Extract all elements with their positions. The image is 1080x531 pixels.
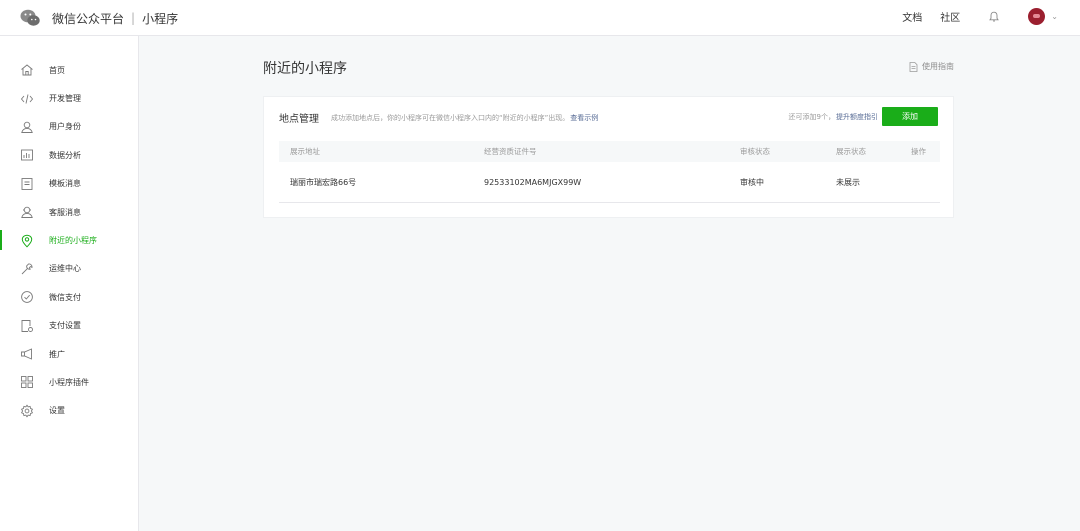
user-icon xyxy=(20,120,34,134)
sidebar-item-label: 模板消息 xyxy=(49,179,81,189)
quota-text: 还可添加9个， xyxy=(788,112,835,121)
sidebar-item-home[interactable]: 首页 xyxy=(0,56,138,84)
chart-icon xyxy=(20,148,34,162)
top-right-nav: 文档 社区 ⌄ xyxy=(884,8,1058,25)
platform-title: 微信公众平台 xyxy=(52,11,125,26)
sidebar-item-label: 设置 xyxy=(49,406,65,416)
top-bar: 微信公众平台 | 小程序 文档 社区 ⌄ xyxy=(0,0,1080,36)
sidebar-item-label: 小程序插件 xyxy=(49,377,89,387)
sidebar-item-label: 用户身份 xyxy=(49,122,81,132)
plugin-icon xyxy=(20,375,34,389)
cell-review-status: 审核中 xyxy=(740,177,764,187)
sidebar-item-customer-service[interactable]: 客服消息 xyxy=(0,198,138,226)
column-header-display-status: 展示状态 xyxy=(836,147,866,156)
community-link[interactable]: 社区 xyxy=(940,9,960,24)
document-icon xyxy=(909,61,918,72)
table-row: 瑞丽市瑞宏路66号 92533102MA6MJGX99W 审核中 未展示 xyxy=(279,162,940,203)
sidebar-item-label: 客服消息 xyxy=(49,207,81,217)
sidebar-item-label: 附近的小程序 xyxy=(49,236,97,246)
sidebar-item-dev-management[interactable]: 开发管理 xyxy=(0,84,138,112)
sidebar-item-ops-center[interactable]: 运维中心 xyxy=(0,255,138,283)
sidebar: 首页 开发管理 用户身份 数据分析 模板消息 客服消息 附近的小程序 运维中心 … xyxy=(0,36,139,531)
sidebar-item-label: 运维中心 xyxy=(49,264,81,274)
table-header: 展示地址 经营资质证件号 审核状态 展示状态 操作 xyxy=(279,141,940,162)
usage-guide-label: 使用指南 xyxy=(922,62,954,71)
add-location-button[interactable]: 添加 xyxy=(882,107,938,126)
avatar[interactable] xyxy=(1028,8,1046,25)
quota-area: 还可添加9个， 提升额度指引 添加 xyxy=(789,107,938,126)
card-description: 成功添加地点后，你的小程序可在微信小程序入口内的“附近的小程序”出现。 xyxy=(331,113,570,122)
sidebar-item-label: 微信支付 xyxy=(49,292,81,302)
view-example-link[interactable]: 查看示例 xyxy=(570,113,598,123)
sidebar-item-settings[interactable]: 设置 xyxy=(0,397,138,425)
wechat-logo-icon xyxy=(20,9,40,26)
bell-icon[interactable] xyxy=(988,11,1000,23)
sidebar-item-pay-settings[interactable]: 支付设置 xyxy=(0,312,138,340)
column-header-address: 展示地址 xyxy=(290,147,320,156)
sidebar-menu: 首页 开发管理 用户身份 数据分析 模板消息 客服消息 附近的小程序 运维中心 … xyxy=(0,36,138,425)
home-icon xyxy=(20,63,34,77)
sidebar-item-label: 首页 xyxy=(49,65,65,75)
pay-settings-icon xyxy=(20,319,34,333)
location-table: 展示地址 经营资质证件号 审核状态 展示状态 操作 瑞丽市瑞宏路66号 9253… xyxy=(279,141,940,203)
sidebar-item-wechat-pay[interactable]: 微信支付 xyxy=(0,283,138,311)
brand-separator: | xyxy=(131,11,136,25)
usage-guide-link[interactable]: 使用指南 xyxy=(909,61,954,72)
page-title: 附近的小程序 xyxy=(263,61,347,77)
sidebar-item-plugins[interactable]: 小程序插件 xyxy=(0,368,138,396)
column-header-license: 经营资质证件号 xyxy=(484,147,537,156)
code-icon xyxy=(20,92,34,106)
cell-license: 92533102MA6MJGX99W xyxy=(484,177,582,187)
raise-quota-link[interactable]: 提升额度指引 xyxy=(836,112,878,122)
location-icon xyxy=(20,234,34,248)
cell-display-status: 未展示 xyxy=(836,177,860,187)
payment-icon xyxy=(20,290,34,304)
template-icon xyxy=(20,177,34,191)
gear-icon xyxy=(20,404,34,418)
sidebar-item-template-message[interactable]: 模板消息 xyxy=(0,170,138,198)
sidebar-item-user-identity[interactable]: 用户身份 xyxy=(0,113,138,141)
docs-link[interactable]: 文档 xyxy=(902,9,922,24)
sidebar-item-data-analysis[interactable]: 数据分析 xyxy=(0,141,138,169)
column-header-actions: 操作 xyxy=(911,147,926,156)
sidebar-item-nearby-miniprogram[interactable]: 附近的小程序 xyxy=(0,226,138,254)
location-management-card: 地点管理 成功添加地点后，你的小程序可在微信小程序入口内的“附近的小程序”出现。… xyxy=(263,96,954,218)
product-title: 小程序 xyxy=(142,11,179,26)
brand[interactable]: 微信公众平台 | 小程序 xyxy=(20,9,178,27)
sidebar-item-promotion[interactable]: 推广 xyxy=(0,340,138,368)
wrench-icon xyxy=(20,262,34,276)
column-header-review-status: 审核状态 xyxy=(740,147,770,156)
main-content: 附近的小程序 使用指南 地点管理 成功添加地点后，你的小程序可在微信小程序入口内… xyxy=(139,36,1080,531)
cell-address: 瑞丽市瑞宏路66号 xyxy=(290,177,357,187)
chevron-down-icon[interactable]: ⌄ xyxy=(1051,12,1058,21)
sidebar-item-label: 推广 xyxy=(49,349,65,359)
megaphone-icon xyxy=(20,347,34,361)
sidebar-item-label: 数据分析 xyxy=(49,150,81,160)
service-icon xyxy=(20,205,34,219)
card-title: 地点管理 xyxy=(279,114,319,125)
sidebar-item-label: 开发管理 xyxy=(49,94,81,104)
card-header: 地点管理 成功添加地点后，你的小程序可在微信小程序入口内的“附近的小程序”出现。… xyxy=(279,110,598,126)
sidebar-item-label: 支付设置 xyxy=(49,321,81,331)
